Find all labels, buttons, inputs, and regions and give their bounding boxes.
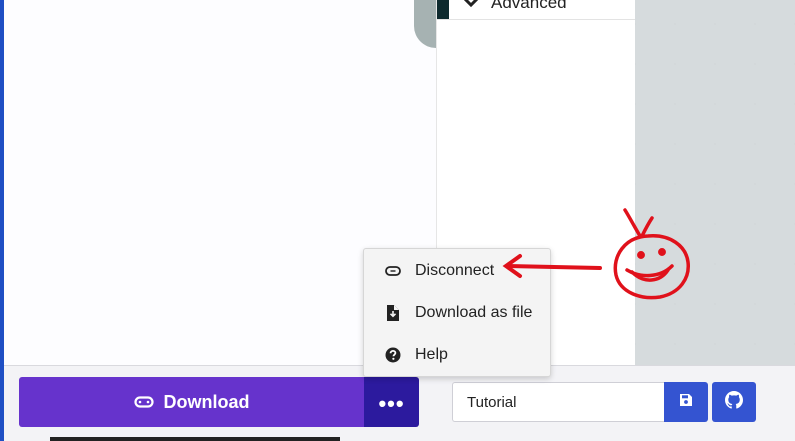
chevron-down-icon <box>463 0 479 11</box>
menu-item-disconnect[interactable]: Disconnect <box>364 251 550 291</box>
project-name-input[interactable] <box>452 382 664 422</box>
blocks-workspace[interactable] <box>635 0 795 365</box>
bottom-edge-shadow <box>50 437 340 441</box>
file-download-icon <box>385 305 401 321</box>
toolbox-category-accent <box>437 0 449 19</box>
save-button[interactable] <box>664 382 708 422</box>
menu-item-download-as-file[interactable]: Download as file <box>364 293 550 333</box>
toolbox-category-label: Advanced <box>491 0 567 12</box>
github-button[interactable] <box>712 382 756 422</box>
menu-item-label: Download as file <box>415 304 533 321</box>
link-icon <box>133 396 154 408</box>
editor-page: Advanced Download ••• Disconnect <box>0 0 795 441</box>
download-button-label: Download <box>163 391 250 412</box>
download-button[interactable]: Download <box>19 377 364 427</box>
menu-item-label: Disconnect <box>415 262 495 279</box>
more-options-button[interactable]: ••• <box>364 377 419 427</box>
github-icon <box>725 390 743 414</box>
more-options-menu: Disconnect Download as file Help <box>363 248 551 377</box>
help-circle-icon <box>385 347 401 363</box>
menu-item-label: Help <box>415 346 448 363</box>
menu-item-help[interactable]: Help <box>364 335 550 375</box>
workspace-grid <box>635 0 795 365</box>
save-icon <box>679 393 693 412</box>
more-dots-icon: ••• <box>378 391 405 416</box>
link-icon <box>385 263 401 279</box>
toolbox-category-advanced[interactable]: Advanced <box>437 0 636 20</box>
